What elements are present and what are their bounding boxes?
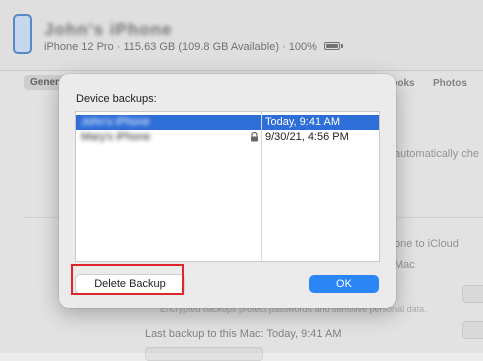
backup-date: Today, 9:41 AM bbox=[265, 116, 341, 128]
backups-table[interactable]: John's iPhone Today, 9:41 AM Mary's iPho… bbox=[75, 111, 380, 262]
backup-row[interactable]: John's iPhone Today, 9:41 AM bbox=[76, 115, 379, 130]
ok-button[interactable]: OK bbox=[309, 275, 379, 293]
lock-icon bbox=[251, 132, 258, 142]
backup-date: 9/30/21, 4:56 PM bbox=[265, 131, 349, 143]
dialog-title: Device backups: bbox=[76, 93, 157, 105]
column-separator bbox=[261, 112, 262, 261]
device-backups-dialog: Device backups: John's iPhone Today, 9:4… bbox=[59, 74, 396, 308]
backup-name: John's iPhone bbox=[81, 116, 150, 128]
backup-name: Mary's iPhone bbox=[81, 131, 151, 143]
backup-row[interactable]: Mary's iPhone 9/30/21, 4:56 PM bbox=[76, 130, 379, 145]
highlight-annotation bbox=[71, 264, 184, 295]
